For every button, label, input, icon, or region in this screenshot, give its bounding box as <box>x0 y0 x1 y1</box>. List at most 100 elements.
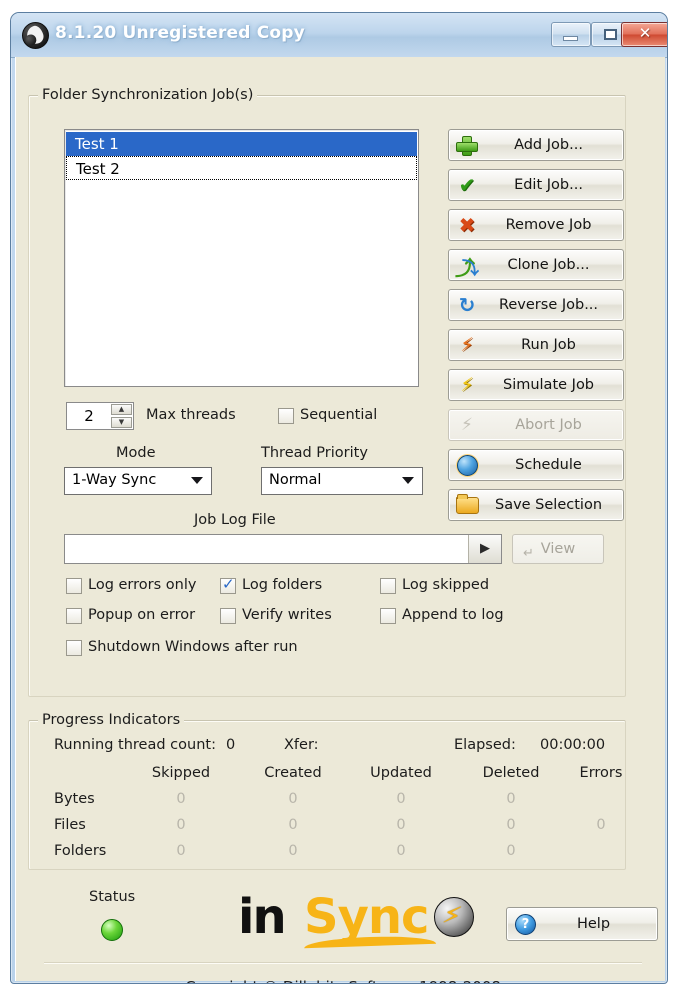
job-label: Test 2 <box>76 160 120 178</box>
cell-value: 0 <box>176 791 186 807</box>
save-selection-button[interactable]: Save Selection <box>448 489 624 521</box>
popup-on-error-checkbox[interactable]: Popup on error <box>66 607 196 624</box>
add-job-button[interactable]: Add Job... <box>448 129 624 161</box>
clone-job-button[interactable]: Clone Job... <box>448 249 624 281</box>
checkbox-box[interactable] <box>380 608 396 624</box>
append-to-log-checkbox[interactable]: Append to log <box>380 607 504 624</box>
mode-label: Mode <box>116 445 156 461</box>
schedule-button[interactable]: Schedule <box>448 449 624 481</box>
status-label: Status <box>89 889 136 905</box>
copyright-bar: Copyright © Dillobits Software 1998-2008 <box>44 962 642 983</box>
cell-value: 0 <box>506 817 516 833</box>
client-area: Folder Synchronization Job(s) Test 1 Tes… <box>15 57 665 983</box>
thread-priority-label: Thread Priority <box>261 445 368 461</box>
abort-job-button: ⚡ Abort Job <box>448 409 624 441</box>
shutdown-windows-checkbox[interactable]: Shutdown Windows after run <box>66 639 298 656</box>
edit-job-button[interactable]: ✔ Edit Job... <box>448 169 624 201</box>
view-log-button: ↵ View <box>512 534 604 564</box>
chevron-down-icon <box>402 477 414 484</box>
checkbox-label: Popup on error <box>88 607 196 623</box>
orange-bolt-icon: ⚡ <box>460 334 474 356</box>
cell-value: 0 <box>396 817 406 833</box>
elapsed-label: Elapsed: <box>454 737 516 753</box>
xfer-label: Xfer: <box>284 737 319 753</box>
checkbox-label: Sequential <box>300 407 378 423</box>
chevron-down-icon <box>191 477 203 484</box>
checkbox-box[interactable] <box>380 578 396 594</box>
insync-logo: in Sync ⚡ <box>238 887 474 951</box>
checkbox-box[interactable] <box>220 575 236 594</box>
max-threads-stepper[interactable]: 2 ▲ ▼ <box>66 402 134 430</box>
job-log-file-input[interactable]: ▶ <box>64 534 502 564</box>
list-item[interactable]: Test 1 <box>66 132 417 156</box>
abort-icon: ⚡ <box>461 415 473 435</box>
red-x-icon: ✖ <box>458 213 476 237</box>
enter-arrow-icon: ↵ <box>523 546 534 561</box>
button-label: Abort Job <box>515 417 582 433</box>
cell-value: 0 <box>596 817 606 833</box>
log-skipped-checkbox[interactable]: Log skipped <box>380 577 490 594</box>
cell-value: 0 <box>396 843 406 859</box>
checkbox-label: Append to log <box>402 607 504 623</box>
title-bar: 8.1.20 Unregistered Copy ✕ <box>11 13 667 58</box>
button-label: Reverse Job... <box>498 297 599 313</box>
list-item[interactable]: Test 2 <box>66 156 417 180</box>
status-led-icon <box>101 919 123 941</box>
cell-value: 0 <box>506 843 516 859</box>
column-header: Created <box>264 765 322 781</box>
button-label: Save Selection <box>494 497 603 513</box>
copyright-text: Copyright © Dillobits Software 1998-2008 <box>44 978 642 983</box>
stepper-down-icon[interactable]: ▼ <box>111 417 132 428</box>
question-icon: ? <box>512 913 538 935</box>
folder-icon <box>454 494 480 516</box>
button-label: Clone Job... <box>507 257 590 273</box>
checkbox-label: Shutdown Windows after run <box>88 639 298 655</box>
help-button[interactable]: ? Help <box>506 907 658 941</box>
close-button[interactable]: ✕ <box>621 22 667 47</box>
sequential-checkbox[interactable]: Sequential <box>278 407 378 424</box>
bolt-circle-icon: ⚡ <box>434 897 474 937</box>
clone-arrows-icon <box>454 252 480 281</box>
job-label: Test 1 <box>75 135 119 153</box>
elapsed-value: 00:00:00 <box>540 737 606 753</box>
column-header: Deleted <box>482 765 540 781</box>
cell-value: 0 <box>176 817 186 833</box>
checkmark-icon: ✔ <box>458 173 476 197</box>
browse-button[interactable]: ▶ <box>468 535 501 563</box>
stepper-up-icon[interactable]: ▲ <box>111 404 132 415</box>
cell-value: 0 <box>288 843 298 859</box>
close-icon: ✕ <box>638 24 652 42</box>
thread-priority-select[interactable]: Normal <box>261 467 423 495</box>
checkbox-box[interactable] <box>66 608 82 624</box>
checkbox-box[interactable] <box>278 408 294 424</box>
checkbox-label: Log errors only <box>88 577 197 593</box>
job-list[interactable]: Test 1 Test 2 <box>64 129 419 387</box>
button-label: Remove Job <box>505 217 592 233</box>
mode-select[interactable]: 1-Way Sync <box>64 467 212 495</box>
checkbox-label: Log skipped <box>402 577 490 593</box>
max-threads-value: 2 <box>84 407 94 425</box>
checkbox-label: Verify writes <box>242 607 332 623</box>
application-window: 8.1.20 Unregistered Copy ✕ Folder Synchr… <box>10 12 668 984</box>
thread-priority-value: Normal <box>269 472 322 488</box>
progress-group-title: Progress Indicators <box>38 712 185 728</box>
checkbox-box[interactable] <box>66 640 82 656</box>
cell-value: 0 <box>176 843 186 859</box>
log-folders-checkbox[interactable]: Log folders <box>220 575 322 594</box>
reverse-job-button[interactable]: ↻ Reverse Job... <box>448 289 624 321</box>
mode-value: 1-Way Sync <box>72 472 157 488</box>
verify-writes-checkbox[interactable]: Verify writes <box>220 607 332 624</box>
button-label: Schedule <box>515 457 582 473</box>
simulate-job-button[interactable]: ⚡ Simulate Job <box>448 369 624 401</box>
button-label: Help <box>576 916 611 932</box>
minimize-button[interactable] <box>551 22 591 47</box>
max-threads-label: Max threads <box>146 407 236 423</box>
run-job-button[interactable]: ⚡ Run Job <box>448 329 624 361</box>
button-label: Edit Job... <box>514 177 583 193</box>
remove-job-button[interactable]: ✖ Remove Job <box>448 209 624 241</box>
checkbox-box[interactable] <box>220 608 236 624</box>
log-errors-only-checkbox[interactable]: Log errors only <box>66 577 197 594</box>
checkbox-box[interactable] <box>66 578 82 594</box>
running-thread-value: 0 <box>226 737 236 753</box>
column-header: Errors <box>579 765 623 781</box>
